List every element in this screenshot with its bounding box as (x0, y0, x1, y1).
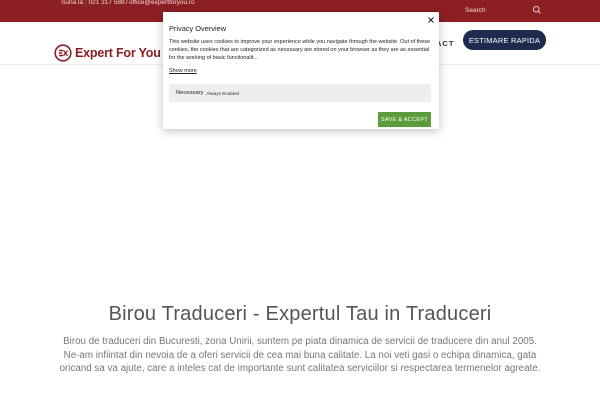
quick-estimate-button[interactable]: ESTIMARE RAPIDA (463, 30, 546, 50)
search-icon[interactable] (532, 5, 542, 15)
modal-title: Privacy Overview (169, 24, 227, 33)
modal-description: This website uses cookies to improve you… (169, 39, 431, 61)
logo-text: Expert For You (75, 46, 161, 60)
close-icon[interactable] (426, 15, 436, 25)
email-link[interactable]: office@expertforyou.ro (129, 0, 195, 6)
phone-number[interactable]: Suna la : 021 317 5887 (61, 0, 128, 6)
hero-description: Birou de traduceri din Bucuresti, zona U… (59, 336, 541, 374)
necessary-cookies-row[interactable]: Necessary Always Enabled (169, 84, 431, 102)
save-accept-button[interactable]: SAVE & ACCEPT (378, 112, 431, 127)
search-form (462, 4, 544, 16)
hero-title: Birou Traduceri - Expertul Tau in Traduc… (108, 303, 492, 325)
cookie-privacy-modal: Privacy Overview This website uses cooki… (163, 12, 439, 129)
always-enabled-status: Always Enabled (206, 90, 240, 96)
site-logo[interactable]: Expert For You (54, 44, 161, 62)
search-input[interactable] (462, 4, 532, 16)
necessary-label: Necessary (176, 90, 204, 96)
show-more-link[interactable]: Show more (169, 68, 197, 74)
logo-mark-icon (54, 44, 72, 62)
